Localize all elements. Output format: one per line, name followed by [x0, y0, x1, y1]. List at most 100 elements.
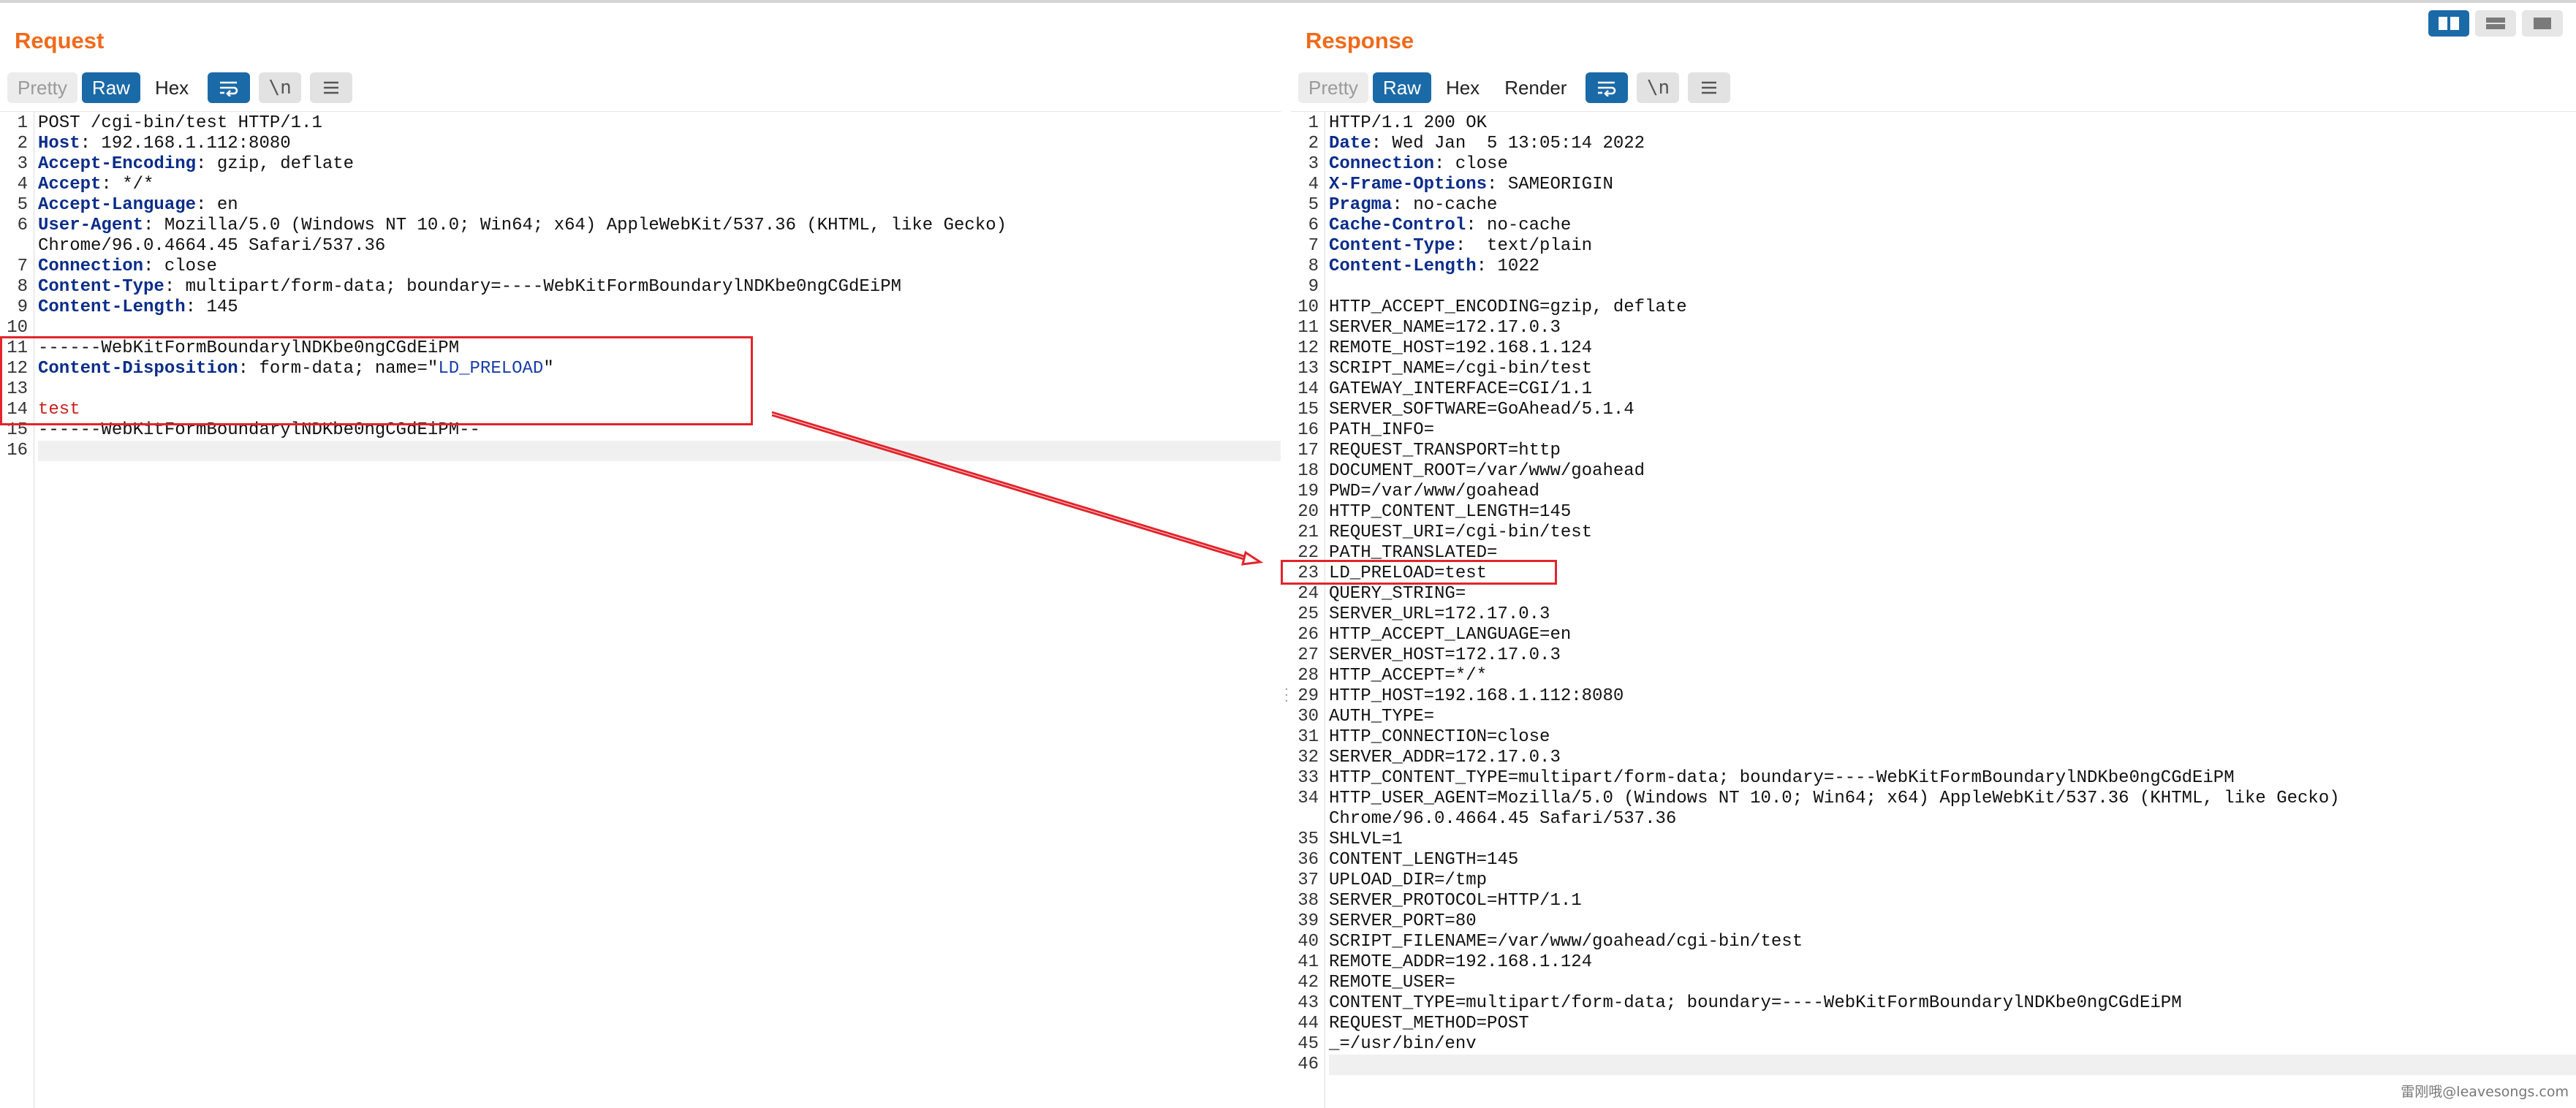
line-content: LD_PRELOAD=test [1329, 564, 2576, 584]
line-content: ------WebKitFormBoundarylNDKbe0ngCGdEiPM [38, 338, 1281, 359]
line-value: SERVER_PROTOCOL=HTTP/1.1 [1329, 891, 1582, 911]
line-value: HTTP_ACCEPT=*/* [1329, 666, 1488, 686]
line-value: UPLOAD_DIR=/tmp [1329, 870, 1488, 890]
code-line-continuation: Chrome/96.0.4664.45 Safari/537.36 [0, 236, 1281, 257]
response-render-tab[interactable]: Render [1494, 72, 1577, 103]
line-content: REMOTE_HOST=192.168.1.124 [1329, 338, 2576, 359]
code-line-45: 45 _=/usr/bin/env [1291, 1034, 2576, 1055]
line-value: POST /cgi-bin/test HTTP/1.1 [38, 113, 322, 133]
request-raw-tab[interactable]: Raw [81, 72, 140, 103]
line-value: : 1022 [1476, 257, 1540, 276]
code-line-17: 17 REQUEST_TRANSPORT=http [1291, 441, 2576, 461]
code-line-4: 4 Accept: */* [0, 175, 1281, 195]
response-editor[interactable]: 1 HTTP/1.1 200 OK 2 Date: Wed Jan 5 13:05:1… [1291, 111, 2576, 1108]
line-number: 41 [1298, 952, 1319, 972]
line-content: SERVER_NAME=172.17.0.3 [1329, 318, 2576, 338]
request-wrap-lines-icon[interactable] [208, 72, 251, 103]
request-pretty-tab[interactable]: Pretty [7, 72, 77, 103]
line-number: 6 [1308, 216, 1319, 235]
line-number: 16 [1298, 420, 1319, 440]
line-value: : Mozilla/5.0 (Windows NT 10.0; Win64; x… [143, 216, 1007, 235]
line-content: SERVER_PROTOCOL=HTTP/1.1 [1329, 891, 2576, 911]
line-number: 13 [7, 379, 28, 399]
response-raw-tab[interactable]: Raw [1372, 72, 1431, 103]
response-menu-icon[interactable] [1688, 72, 1731, 103]
line-content: ------WebKitFormBoundarylNDKbe0ngCGdEiPM… [38, 420, 1281, 441]
response-hex-tab[interactable]: Hex [1436, 72, 1490, 103]
header-name: Cache-Control [1329, 216, 1466, 235]
line-content: _=/usr/bin/env [1329, 1034, 2576, 1055]
line-number: 37 [1298, 870, 1319, 890]
header-name: Host [38, 134, 80, 153]
code-line-12: 12 Content-Disposition: form-data; name="… [0, 359, 1281, 379]
line-content: HTTP_CONTENT_LENGTH=145 [1329, 502, 2576, 523]
code-line-8: 8 Content-Length: 1022 [1291, 257, 2576, 277]
line-number: 13 [1298, 359, 1319, 379]
request-hex-tab[interactable]: Hex [145, 72, 199, 103]
line-number: 6 [17, 216, 28, 235]
line-content: Cache-Control: no-cache [1329, 216, 2576, 236]
line-number: 8 [17, 277, 28, 297]
header-name: Content-Type [1329, 236, 1455, 256]
line-number: 16 [7, 441, 28, 460]
line-value: DOCUMENT_ROOT=/var/www/goahead [1329, 461, 1645, 481]
response-title: Response [1306, 28, 1414, 53]
response-show-newlines-button[interactable]: \n [1637, 72, 1680, 103]
line-number: 35 [1298, 830, 1319, 849]
line-number: 3 [17, 154, 28, 174]
code-line-35: 35 SHLVL=1 [1291, 830, 2576, 850]
line-value: SERVER_PORT=80 [1329, 911, 1477, 931]
pane-splitter-handle[interactable]: · · · [1284, 683, 1289, 708]
header-name: Accept-Encoding [38, 154, 197, 174]
request-show-newlines-button[interactable]: \n [259, 72, 302, 103]
code-line-6: 6 User-Agent: Mozilla/5.0 (Windows NT 10.… [0, 216, 1281, 236]
code-line-13: 13 SCRIPT_NAME=/cgi-bin/test [1291, 359, 2576, 379]
code-line-32: 32 SERVER_ADDR=172.17.0.3 [1291, 748, 2576, 768]
code-line-3: 3 Connection: close [1291, 154, 2576, 175]
line-content: Content-Length: 145 [38, 297, 1281, 318]
line-number: 44 [1298, 1014, 1319, 1033]
line-value: REMOTE_USER= [1329, 973, 1455, 993]
line-number: 12 [1298, 338, 1319, 358]
code-line-9: 9 [1291, 277, 2576, 297]
line-value: SERVER_NAME=172.17.0.3 [1329, 318, 1561, 338]
response-wrap-lines-icon[interactable] [1586, 72, 1629, 103]
line-value: : gzip, deflate [196, 154, 355, 174]
code-line-46: 46 [1291, 1055, 2576, 1075]
line-content: HTTP_ACCEPT=*/* [1329, 666, 2576, 686]
line-content: POST /cgi-bin/test HTTP/1.1 [38, 113, 1281, 134]
line-value: : 192.168.1.112:8080 [80, 134, 291, 153]
newline-glyph-icon: \n [1646, 77, 1670, 99]
line-number: 2 [1308, 134, 1319, 153]
code-line-38: 38 SERVER_PROTOCOL=HTTP/1.1 [1291, 891, 2576, 911]
line-content: REMOTE_USER= [1329, 973, 2576, 993]
header-name: Date [1329, 134, 1371, 153]
line-content: Host: 192.168.1.112:8080 [38, 134, 1281, 154]
request-editor[interactable]: 1 POST /cgi-bin/test HTTP/1.1 2 Host: 192.1… [0, 111, 1281, 1108]
line-value: REQUEST_URI=/cgi-bin/test [1329, 523, 1593, 542]
line-number: 23 [1298, 564, 1319, 583]
line-number: 21 [1298, 523, 1319, 542]
line-number: 3 [1308, 154, 1319, 174]
line-content: Accept-Encoding: gzip, deflate [38, 154, 1281, 175]
code-line-33: 33 HTTP_CONTENT_TYPE=multipart/form-data;… [1291, 768, 2576, 789]
line-number: 9 [1308, 277, 1319, 297]
line-value: SCRIPT_FILENAME=/var/www/goahead/cgi-bin… [1329, 932, 1803, 952]
header-name: X-Frame-Options [1329, 175, 1488, 194]
watermark-text: 雷刚哦@leavesongs.com [2401, 1084, 2569, 1100]
code-line-36: 36 CONTENT_LENGTH=145 [1291, 850, 2576, 870]
line-value: ------WebKitFormBoundarylNDKbe0ngCGdEiPM [38, 338, 460, 358]
line-value: HTTP_ACCEPT_LANGUAGE=en [1329, 625, 1572, 645]
line-number: 7 [17, 257, 28, 276]
response-pretty-tab[interactable]: Pretty [1298, 72, 1368, 103]
line-number: 5 [17, 195, 28, 215]
line-value: AUTH_TYPE= [1329, 707, 1435, 726]
line-content: SERVER_SOFTWARE=GoAhead/5.1.4 [1329, 400, 2576, 420]
line-number: 9 [17, 297, 28, 317]
line-value: SERVER_URL=172.17.0.3 [1329, 604, 1550, 624]
code-line-25: 25 SERVER_URL=172.17.0.3 [1291, 604, 2576, 625]
code-line-11: 11 SERVER_NAME=172.17.0.3 [1291, 318, 2576, 338]
line-value: ------WebKitFormBoundarylNDKbe0ngCGdEiPM… [38, 420, 480, 440]
request-menu-icon[interactable] [310, 72, 353, 103]
line-number: 40 [1298, 932, 1319, 952]
